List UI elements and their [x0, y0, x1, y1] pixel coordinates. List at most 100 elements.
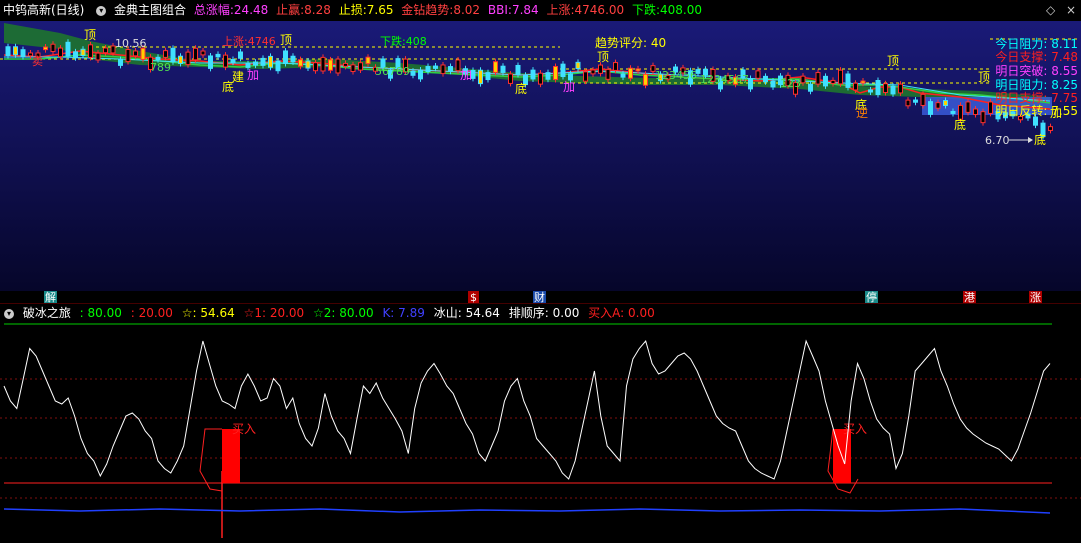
- candle-body: [845, 73, 851, 88]
- sell-signal: 卖: [32, 55, 43, 68]
- candle-body: [320, 56, 326, 72]
- candle-body: [343, 62, 348, 67]
- candle-body: [890, 85, 896, 95]
- candle-body: [920, 93, 926, 106]
- candle-body: [950, 110, 956, 114]
- qz-value: 8.02: [453, 3, 481, 17]
- indicator-value: 冰山: 54.64: [433, 306, 500, 320]
- diamond-icon[interactable]: ◇: [1046, 0, 1055, 21]
- event-marker: 停: [866, 290, 877, 303]
- zs-value: 7.65: [366, 3, 394, 17]
- today-support: 今日支撑: 7.48: [995, 50, 1078, 64]
- candle-body: [350, 64, 356, 73]
- candle-body: [1033, 116, 1038, 126]
- event-marker: $: [470, 291, 477, 303]
- candle-body: [95, 52, 101, 61]
- candle-body: [530, 69, 536, 80]
- stock-name[interactable]: 中钨高新(日线): [3, 3, 84, 17]
- stock-info-bar: 中钨高新(日线) ▾ 金典主图组合 总涨幅:24.48 止赢:8.28 止损:7…: [0, 0, 1081, 21]
- indicator-name[interactable]: 破冰之旅: [23, 306, 71, 320]
- candle-body: [500, 65, 506, 73]
- candle-body: [305, 60, 311, 69]
- high-price-label: 10.56: [115, 37, 147, 50]
- candle-body: [200, 50, 206, 56]
- tomorrow-reversal: 明日反转: 7.55: [995, 104, 1078, 118]
- candle-body: [253, 61, 258, 66]
- candle-body: [43, 46, 48, 51]
- main-price-chart[interactable]: 10.56 上涨:4746 下跌:408 趋势评分: 40 顶 顶 顶 顶 顶 …: [0, 21, 1081, 303]
- zf-value: 24.48: [233, 3, 269, 17]
- candle-body: [943, 100, 948, 107]
- indicator-chart[interactable]: 买入 买入: [0, 321, 1081, 543]
- trend-score-label: 趋势评分: 40: [595, 36, 666, 50]
- candle-body: [268, 55, 273, 68]
- candle-body: [770, 80, 776, 88]
- indicator-value: 买入A: 0.00: [588, 306, 655, 320]
- candle-body: [170, 47, 176, 63]
- candle-body: [425, 66, 431, 73]
- candle-body: [410, 70, 416, 76]
- candle-body: [935, 102, 941, 109]
- candle-body: [545, 72, 551, 80]
- candle-body: [853, 82, 858, 91]
- qz-label: 金钻趋势:: [401, 3, 454, 17]
- candle-body: [283, 50, 288, 65]
- candle-body: [73, 51, 78, 59]
- build-signal: 建: [232, 70, 244, 84]
- candle-body: [80, 48, 86, 56]
- candle-body: [988, 101, 993, 114]
- candle-body: [605, 68, 611, 80]
- candle-body: [598, 64, 603, 74]
- tomorrow-breakout: 明日突破: 8.55: [995, 64, 1078, 78]
- candle-body: [538, 72, 543, 85]
- candle-body: [973, 108, 978, 116]
- zy-value: 8.28: [304, 3, 331, 17]
- candle-body: [965, 101, 971, 113]
- candle-body: [118, 59, 123, 66]
- candle-body: [815, 72, 821, 85]
- sz-label: 上涨:: [546, 3, 575, 17]
- candle-body: [485, 72, 491, 81]
- add-signal: 加: [460, 68, 472, 82]
- close-icon[interactable]: ×: [1066, 0, 1076, 21]
- indicator-value: ☆2: 80.00: [313, 306, 374, 320]
- candle-body: [20, 49, 26, 58]
- bottom-signal: 底: [515, 81, 527, 96]
- chevron-down-icon[interactable]: ▾: [4, 308, 14, 319]
- top-signal: 顶: [978, 70, 990, 84]
- candle-body: [335, 58, 341, 74]
- candle-body: [860, 80, 866, 84]
- candle-body: [905, 99, 911, 107]
- candle-body: [448, 66, 453, 72]
- template-name[interactable]: 金典主图组合: [114, 3, 186, 17]
- candle-body: [560, 63, 566, 78]
- bbi-value: 7.84: [511, 3, 539, 17]
- candle-body: [628, 67, 633, 79]
- candle-body: [313, 62, 318, 72]
- top-signal: 顶: [84, 28, 96, 42]
- candle-body: [515, 64, 521, 75]
- candle-body: [103, 47, 108, 54]
- candle-body: [800, 75, 806, 84]
- indicator-value: 排顺序: 0.00: [508, 306, 580, 320]
- candle-body: [808, 83, 813, 92]
- candle-body: [478, 69, 483, 85]
- candle-body: [208, 55, 213, 69]
- count-sequence: 123: [780, 77, 801, 90]
- add-signal: 加: [247, 68, 259, 82]
- reverse-signal: 逆: [856, 105, 868, 120]
- indicator-info-bar: ▾ 破冰之旅 : 80.00 : 20.00 ☆: 54.64 ☆1: 20.0…: [0, 303, 1081, 322]
- candle-body: [185, 51, 191, 66]
- candle-body: [13, 46, 18, 56]
- chevron-down-icon[interactable]: ▾: [96, 5, 107, 16]
- candle-body: [133, 50, 138, 57]
- tomorrow-resistance: 明日阻力: 8.25: [995, 78, 1078, 92]
- candle-body: [590, 69, 596, 75]
- count-sequence: 56789: [375, 65, 410, 78]
- candle-body: [875, 79, 881, 95]
- candle-body: [748, 78, 753, 90]
- candle-body: [583, 71, 588, 82]
- candle-body: [643, 73, 648, 86]
- candle-body: [88, 44, 93, 58]
- candle-body: [553, 65, 558, 81]
